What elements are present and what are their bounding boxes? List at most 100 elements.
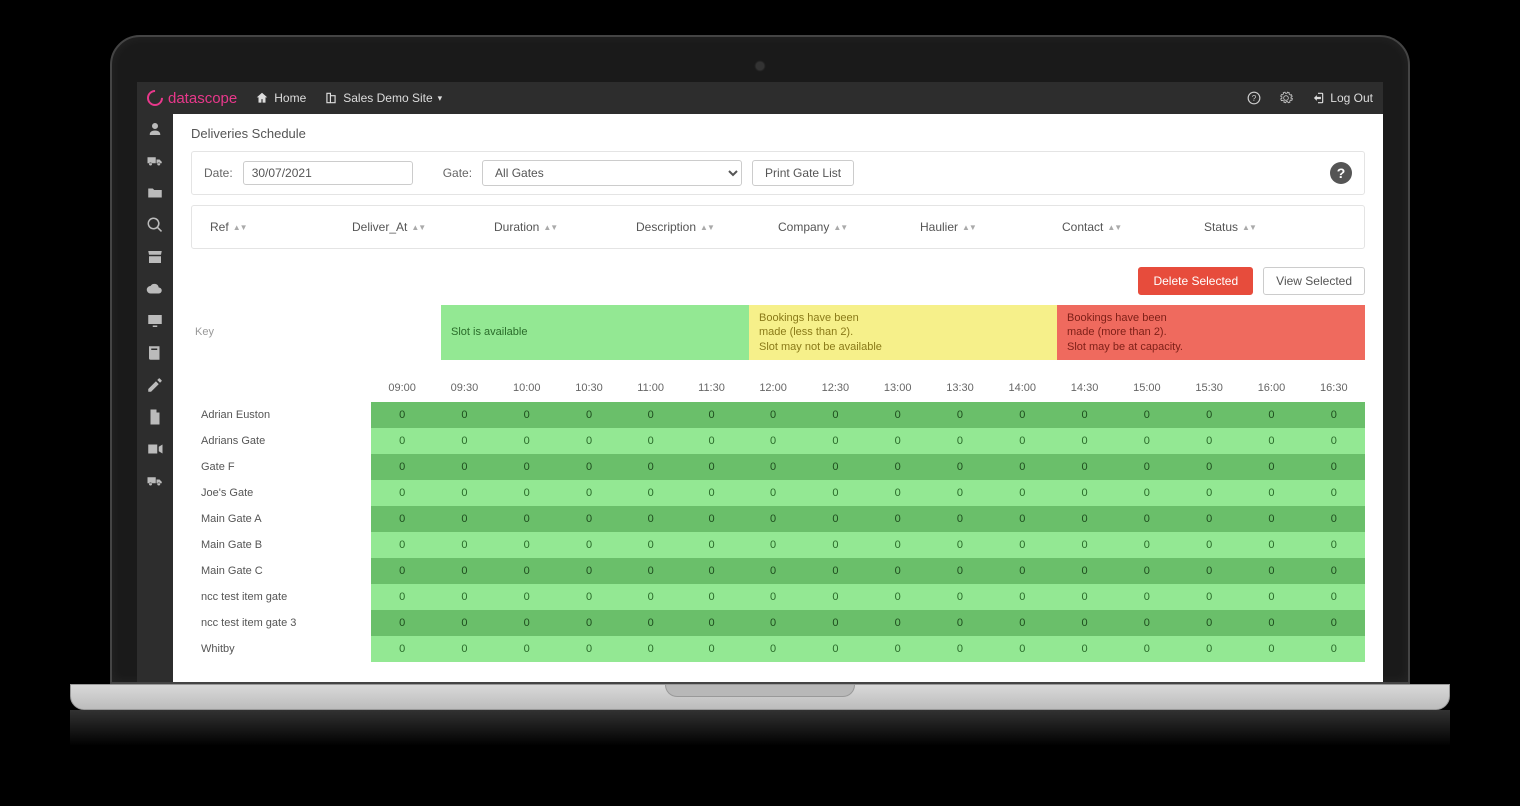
slot-cell[interactable]: 0 xyxy=(681,506,742,532)
folder-icon[interactable] xyxy=(146,184,164,202)
slot-cell[interactable]: 0 xyxy=(742,402,804,428)
slot-cell[interactable]: 0 xyxy=(1240,402,1302,428)
slot-cell[interactable]: 0 xyxy=(742,584,804,610)
slot-cell[interactable]: 0 xyxy=(620,454,681,480)
slot-cell[interactable]: 0 xyxy=(867,402,929,428)
slot-cell[interactable]: 0 xyxy=(804,558,866,584)
monitor-icon[interactable] xyxy=(146,312,164,330)
site-selector[interactable]: Sales Demo Site ▾ xyxy=(324,91,442,105)
person-icon[interactable] xyxy=(146,120,164,138)
slot-cell[interactable]: 0 xyxy=(681,454,742,480)
slot-cell[interactable]: 0 xyxy=(371,428,433,454)
slot-cell[interactable]: 0 xyxy=(433,480,495,506)
slot-cell[interactable]: 0 xyxy=(1178,480,1240,506)
slot-cell[interactable]: 0 xyxy=(1303,454,1365,480)
slot-cell[interactable]: 0 xyxy=(433,454,495,480)
truck-loading-icon[interactable] xyxy=(146,152,164,170)
slot-cell[interactable]: 0 xyxy=(433,636,495,662)
slot-cell[interactable]: 0 xyxy=(991,402,1053,428)
slot-cell[interactable]: 0 xyxy=(371,610,433,636)
slot-cell[interactable]: 0 xyxy=(496,480,558,506)
slot-cell[interactable]: 0 xyxy=(371,636,433,662)
slot-cell[interactable]: 0 xyxy=(991,532,1053,558)
col-contact[interactable]: Contact▲▼ xyxy=(1062,220,1204,234)
filter-help-icon[interactable]: ? xyxy=(1330,162,1352,184)
truck-icon[interactable] xyxy=(146,472,164,490)
slot-cell[interactable]: 0 xyxy=(742,506,804,532)
slot-cell[interactable]: 0 xyxy=(991,454,1053,480)
slot-cell[interactable]: 0 xyxy=(929,428,991,454)
slot-cell[interactable]: 0 xyxy=(558,506,620,532)
slot-cell[interactable]: 0 xyxy=(804,402,866,428)
slot-cell[interactable]: 0 xyxy=(867,428,929,454)
slot-cell[interactable]: 0 xyxy=(681,636,742,662)
slot-cell[interactable]: 0 xyxy=(929,636,991,662)
slot-cell[interactable]: 0 xyxy=(433,610,495,636)
slot-cell[interactable]: 0 xyxy=(929,454,991,480)
slot-cell[interactable]: 0 xyxy=(371,454,433,480)
video-icon[interactable] xyxy=(146,440,164,458)
slot-cell[interactable]: 0 xyxy=(558,584,620,610)
slot-cell[interactable]: 0 xyxy=(558,454,620,480)
slot-cell[interactable]: 0 xyxy=(1116,506,1178,532)
slot-cell[interactable]: 0 xyxy=(620,480,681,506)
slot-cell[interactable]: 0 xyxy=(1053,558,1115,584)
slot-cell[interactable]: 0 xyxy=(1053,454,1115,480)
col-status[interactable]: Status▲▼ xyxy=(1204,220,1346,234)
slot-cell[interactable]: 0 xyxy=(804,428,866,454)
slot-cell[interactable]: 0 xyxy=(1240,480,1302,506)
slot-cell[interactable]: 0 xyxy=(1053,532,1115,558)
slot-cell[interactable]: 0 xyxy=(620,584,681,610)
slot-cell[interactable]: 0 xyxy=(929,480,991,506)
slot-cell[interactable]: 0 xyxy=(620,558,681,584)
col-deliver-at[interactable]: Deliver_At▲▼ xyxy=(352,220,494,234)
slot-cell[interactable]: 0 xyxy=(1178,636,1240,662)
slot-cell[interactable]: 0 xyxy=(1240,584,1302,610)
slot-cell[interactable]: 0 xyxy=(1178,402,1240,428)
slot-cell[interactable]: 0 xyxy=(742,610,804,636)
slot-cell[interactable]: 0 xyxy=(1240,454,1302,480)
slot-cell[interactable]: 0 xyxy=(867,610,929,636)
view-selected-button[interactable]: View Selected xyxy=(1263,267,1365,295)
slot-cell[interactable]: 0 xyxy=(1053,610,1115,636)
slot-cell[interactable]: 0 xyxy=(558,532,620,558)
slot-cell[interactable]: 0 xyxy=(867,480,929,506)
slot-cell[interactable]: 0 xyxy=(804,454,866,480)
slot-cell[interactable]: 0 xyxy=(496,402,558,428)
nav-home[interactable]: Home xyxy=(255,91,306,105)
gate-select[interactable]: All Gates xyxy=(482,160,742,186)
slot-cell[interactable]: 0 xyxy=(1178,558,1240,584)
slot-cell[interactable]: 0 xyxy=(991,506,1053,532)
slot-cell[interactable]: 0 xyxy=(433,428,495,454)
slot-cell[interactable]: 0 xyxy=(742,532,804,558)
slot-cell[interactable]: 0 xyxy=(433,558,495,584)
slot-cell[interactable]: 0 xyxy=(1116,480,1178,506)
slot-cell[interactable]: 0 xyxy=(1303,558,1365,584)
print-gate-list-button[interactable]: Print Gate List xyxy=(752,160,854,186)
slot-cell[interactable]: 0 xyxy=(620,402,681,428)
slot-cell[interactable]: 0 xyxy=(929,610,991,636)
file-icon[interactable] xyxy=(146,408,164,426)
slot-cell[interactable]: 0 xyxy=(496,454,558,480)
slot-cell[interactable]: 0 xyxy=(433,402,495,428)
help-icon[interactable]: ? xyxy=(1247,91,1261,105)
slot-cell[interactable]: 0 xyxy=(1116,558,1178,584)
slot-cell[interactable]: 0 xyxy=(496,532,558,558)
slot-cell[interactable]: 0 xyxy=(804,480,866,506)
slot-cell[interactable]: 0 xyxy=(620,636,681,662)
slot-cell[interactable]: 0 xyxy=(558,428,620,454)
slot-cell[interactable]: 0 xyxy=(681,402,742,428)
slot-cell[interactable]: 0 xyxy=(991,428,1053,454)
slot-cell[interactable]: 0 xyxy=(620,532,681,558)
slot-cell[interactable]: 0 xyxy=(681,610,742,636)
slot-cell[interactable]: 0 xyxy=(496,610,558,636)
slot-cell[interactable]: 0 xyxy=(1053,402,1115,428)
slot-cell[interactable]: 0 xyxy=(1303,428,1365,454)
edit-icon[interactable] xyxy=(146,376,164,394)
col-duration[interactable]: Duration▲▼ xyxy=(494,220,636,234)
slot-cell[interactable]: 0 xyxy=(558,558,620,584)
slot-cell[interactable]: 0 xyxy=(1240,532,1302,558)
cloud-icon[interactable] xyxy=(146,280,164,298)
slot-cell[interactable]: 0 xyxy=(929,506,991,532)
slot-cell[interactable]: 0 xyxy=(804,610,866,636)
